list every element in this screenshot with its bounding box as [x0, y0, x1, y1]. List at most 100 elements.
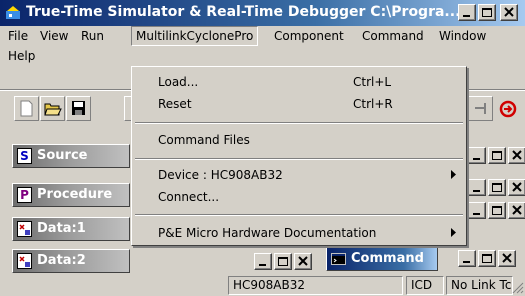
source-window-title[interactable]: S Source [12, 144, 130, 168]
window-title-bar[interactable]: True-Time Simulator & Real-Time Debugger… [0, 0, 525, 26]
menu-help[interactable]: Help [4, 46, 39, 66]
data2-title: Data:2 [37, 253, 86, 268]
procedure-title: Procedure [37, 187, 113, 202]
data1-window-buttons [468, 202, 525, 219]
app-icon [6, 6, 20, 19]
load-shortcut: Ctrl+L [353, 75, 392, 89]
status-link: No Link Tc [446, 276, 513, 295]
data1-minimize-button[interactable] [468, 202, 486, 219]
halt-icon [499, 100, 517, 118]
data-icon [17, 253, 32, 269]
data2-close-button[interactable] [294, 253, 312, 270]
save-button[interactable] [66, 96, 91, 121]
dropdown-separator [135, 122, 463, 124]
submenu-arrow-icon [451, 228, 456, 237]
save-disk-icon [72, 101, 85, 115]
resize-grip-icon[interactable] [512, 282, 524, 294]
open-file-button[interactable] [40, 96, 65, 121]
menu-bar: File View Run MultilinkCyclonePro Compon… [0, 26, 525, 66]
command-window-title[interactable]: Command [326, 247, 438, 271]
close-icon [502, 253, 512, 263]
command-title: Command [351, 251, 424, 266]
source-icon: S [17, 148, 32, 164]
menu-run[interactable]: Run [77, 26, 108, 46]
status-mode: ICD [406, 276, 444, 295]
window-title: True-Time Simulator & Real-Time Debugger… [26, 4, 461, 20]
pe-docs-label: P&E Micro Hardware Documentation [158, 226, 377, 240]
command-window-buttons [458, 250, 516, 267]
procedure-window-title[interactable]: P Procedure [12, 183, 130, 207]
data2-window-title[interactable]: Data:2 [12, 249, 130, 273]
data2-maximize-button[interactable] [274, 253, 292, 270]
minimize-icon [473, 158, 480, 160]
procedure-close-button[interactable] [508, 179, 525, 196]
maximize-icon [492, 151, 502, 160]
menu-item-load[interactable]: Load... Ctrl+L [135, 71, 463, 93]
close-icon [512, 205, 522, 215]
open-folder-icon [44, 103, 62, 116]
menu-command[interactable]: Command [358, 26, 428, 46]
step-out-icon [475, 103, 486, 114]
status-bar: HC908AB32 ICD No Link Tc [0, 274, 525, 296]
command-prompt-icon [331, 253, 346, 265]
data2-minimize-button[interactable] [254, 253, 272, 270]
source-window-buttons [468, 147, 525, 164]
maximize-button[interactable] [478, 4, 496, 21]
menu-window[interactable]: Window [435, 26, 490, 46]
reset-label: Reset [158, 97, 192, 111]
step-button[interactable] [468, 96, 493, 121]
command-minimize-button[interactable] [458, 250, 476, 267]
menu-item-command-files[interactable]: Command Files [135, 129, 463, 151]
connect-label: Connect... [158, 190, 220, 204]
procedure-minimize-button[interactable] [468, 179, 486, 196]
procedure-window-buttons [468, 179, 525, 196]
source-close-button[interactable] [508, 147, 525, 164]
data1-close-button[interactable] [508, 202, 525, 219]
close-button[interactable] [500, 4, 518, 21]
close-icon [512, 150, 522, 160]
data1-maximize-button[interactable] [488, 202, 506, 219]
menu-item-reset[interactable]: Reset Ctrl+R [135, 93, 463, 115]
halt-button[interactable] [498, 99, 518, 119]
menu-view[interactable]: View [36, 26, 72, 46]
maximize-icon [492, 183, 502, 192]
maximize-icon [278, 257, 288, 266]
data1-title: Data:1 [37, 221, 86, 236]
command-close-button[interactable] [498, 250, 516, 267]
new-file-button[interactable] [14, 96, 39, 121]
data2-window-buttons [254, 253, 312, 270]
minimize-icon [463, 15, 470, 17]
menu-component[interactable]: Component [270, 26, 348, 46]
minimize-icon [463, 261, 470, 263]
source-minimize-button[interactable] [468, 147, 486, 164]
load-label: Load... [158, 75, 199, 89]
menu-item-connect[interactable]: Connect... [135, 186, 463, 208]
multilink-dropdown-menu: Load... Ctrl+L Reset Ctrl+R Command File… [131, 66, 467, 246]
source-maximize-button[interactable] [488, 147, 506, 164]
menu-item-pe-docs[interactable]: P&E Micro Hardware Documentation [135, 222, 463, 244]
source-title: Source [37, 148, 88, 163]
minimize-button[interactable] [458, 4, 476, 21]
maximize-icon [492, 206, 502, 215]
submenu-arrow-icon [451, 170, 456, 179]
maximize-icon [482, 254, 492, 263]
new-file-icon [20, 100, 33, 117]
minimize-icon [259, 264, 266, 266]
minimize-icon [473, 213, 480, 215]
procedure-maximize-button[interactable] [488, 179, 506, 196]
data1-window-title[interactable]: Data:1 [12, 217, 130, 241]
dropdown-separator [135, 214, 463, 216]
close-icon [298, 256, 308, 266]
data-icon [17, 221, 32, 237]
menu-file[interactable]: File [4, 26, 32, 46]
close-icon [512, 182, 522, 192]
command-maximize-button[interactable] [478, 250, 496, 267]
procedure-icon: P [17, 187, 32, 203]
maximize-icon [482, 8, 492, 17]
device-label: Device : HC908AB32 [158, 168, 283, 182]
close-icon [504, 7, 514, 17]
menu-multilinkcyclonepro[interactable]: MultilinkCyclonePro [131, 26, 259, 46]
menu-item-device[interactable]: Device : HC908AB32 [135, 164, 463, 186]
reset-shortcut: Ctrl+R [353, 97, 393, 111]
dropdown-separator [135, 158, 463, 160]
